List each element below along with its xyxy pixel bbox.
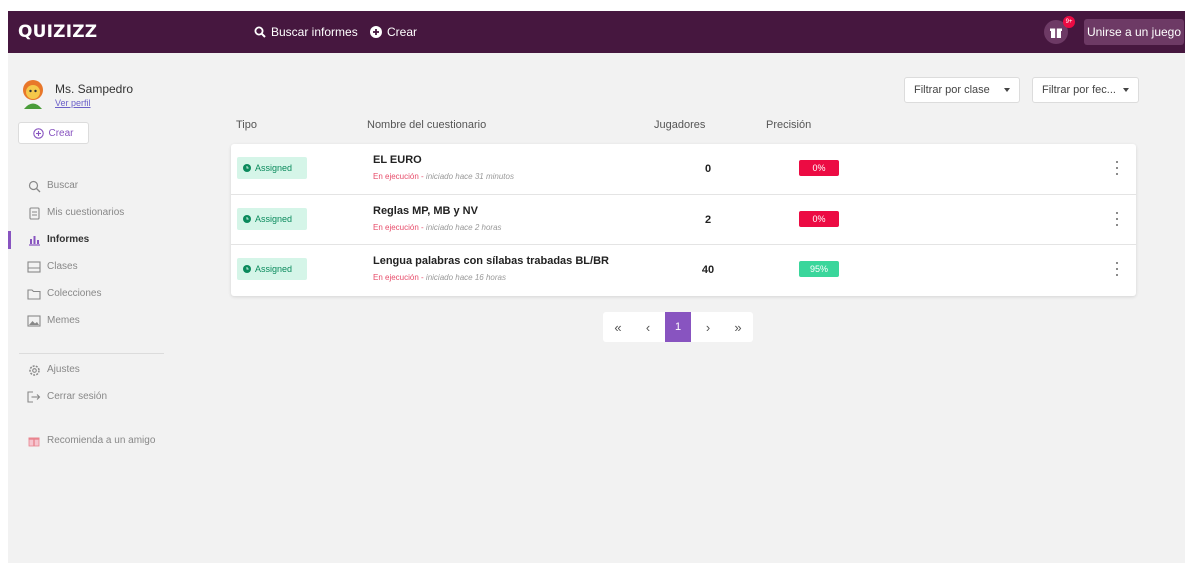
filter-by-class-dropdown[interactable]: Filtrar por clase: [904, 77, 1020, 103]
top-navbar: QUIZIZZ Buscar informes Crear 9+ Unirse …: [8, 11, 1185, 53]
sidebar-item-clases[interactable]: Clases: [8, 256, 168, 278]
quiz-title[interactable]: Reglas MP, MB y NV: [373, 205, 478, 217]
status-badge: Assigned: [237, 157, 307, 179]
column-header-quiz-name: Nombre del cuestionario: [367, 119, 487, 131]
search-icon: [27, 179, 41, 193]
sidebar-divider: [19, 353, 164, 354]
reports-table: Assigned EL EURO En ejecución - iniciado…: [231, 144, 1136, 296]
sidebar-item-label: Informes: [47, 234, 90, 245]
sidebar: Ms. Sampedro Ver perfil Crear Buscar Mis…: [8, 53, 168, 563]
view-profile-link[interactable]: Ver perfil: [55, 98, 91, 108]
table-row[interactable]: Assigned Reglas MP, MB y NV En ejecución…: [231, 194, 1136, 244]
table-row[interactable]: Assigned Lengua palabras con sílabas tra…: [231, 244, 1136, 294]
gift-icon: [1050, 28, 1062, 38]
status-badge-label: Assigned: [255, 214, 293, 224]
first-page-button[interactable]: «: [603, 312, 633, 342]
notification-badge: 9+: [1063, 16, 1075, 28]
filter-by-date-dropdown[interactable]: Filtrar por fec...: [1032, 77, 1139, 103]
quiz-status: En ejecución - iniciado hace 31 minutos: [373, 172, 514, 181]
image-icon: [27, 314, 41, 328]
clock-icon: [243, 265, 251, 273]
status-text: En ejecución: [373, 223, 419, 232]
column-header-type: Tipo: [236, 119, 257, 131]
players-count: 2: [704, 214, 712, 226]
next-page-button[interactable]: ›: [693, 312, 723, 342]
sidebar-item-informes[interactable]: Informes: [8, 229, 168, 251]
prev-page-button[interactable]: ‹: [633, 312, 663, 342]
sidebar-item-label: Recomienda a un amigo: [47, 435, 156, 446]
sidebar-item-label: Cerrar sesión: [47, 391, 108, 402]
status-badge: Assigned: [237, 258, 307, 280]
more-options-icon[interactable]: [1114, 262, 1120, 276]
more-options-icon[interactable]: [1114, 212, 1120, 226]
sidebar-item-label: Memes: [47, 315, 80, 326]
header-create-label: Crear: [387, 25, 418, 39]
accuracy-badge: 0%: [799, 160, 839, 176]
search-icon: [254, 26, 266, 38]
class-icon: [27, 260, 41, 274]
sidebar-item-buscar[interactable]: Buscar: [8, 175, 168, 197]
pagination: « ‹ 1 › »: [603, 312, 753, 342]
caret-down-icon: [1004, 88, 1010, 92]
table-row[interactable]: Assigned EL EURO En ejecución - iniciado…: [231, 144, 1136, 194]
quiz-status: En ejecución - iniciado hace 16 horas: [373, 273, 506, 282]
accuracy-badge: 0%: [799, 211, 839, 227]
quiz-title[interactable]: Lengua palabras con sílabas trabadas BL/…: [373, 255, 609, 267]
plus-circle-icon: [370, 26, 382, 38]
sidebar-item-label: Mis cuestionarios: [47, 207, 125, 218]
started-time: iniciado hace 2 horas: [425, 223, 502, 232]
sidebar-item-recomienda[interactable]: Recomienda a un amigo: [8, 430, 168, 452]
sidebar-item-colecciones[interactable]: Colecciones: [8, 283, 168, 305]
logout-icon: [27, 390, 41, 404]
plus-circle-icon: [33, 127, 45, 139]
status-text: En ejecución: [373, 273, 419, 282]
search-reports-label: Buscar informes: [271, 25, 358, 39]
caret-down-icon: [1123, 88, 1129, 92]
sidebar-item-mis-cuestionarios[interactable]: Mis cuestionarios: [8, 202, 168, 224]
quiz-status: En ejecución - iniciado hace 2 horas: [373, 223, 502, 232]
started-time: iniciado hace 16 horas: [425, 273, 506, 282]
players-count: 0: [704, 163, 712, 175]
sidebar-create-button[interactable]: Crear: [18, 122, 89, 144]
status-text: En ejecución: [373, 172, 419, 181]
quiz-title[interactable]: EL EURO: [373, 154, 422, 166]
document-icon: [27, 206, 41, 220]
sidebar-item-ajustes[interactable]: Ajustes: [8, 359, 168, 381]
chart-icon: [27, 233, 41, 247]
status-badge-label: Assigned: [255, 264, 293, 274]
sidebar-item-label: Buscar: [47, 180, 79, 191]
column-header-players: Jugadores: [654, 119, 706, 131]
user-name: Ms. Sampedro: [55, 82, 134, 96]
gift-icon: [27, 434, 41, 448]
folder-icon: [27, 287, 41, 301]
sidebar-item-label: Colecciones: [47, 288, 102, 299]
more-options-icon[interactable]: [1114, 161, 1120, 175]
header-create-button[interactable]: Crear: [370, 25, 417, 39]
sidebar-item-memes[interactable]: Memes: [8, 310, 168, 332]
last-page-button[interactable]: »: [723, 312, 753, 342]
join-game-button[interactable]: Unirse a un juego: [1084, 19, 1184, 45]
app-frame: QUIZIZZ Buscar informes Crear 9+ Unirse …: [8, 11, 1185, 563]
search-reports-button[interactable]: Buscar informes: [254, 25, 358, 39]
avatar[interactable]: [20, 79, 46, 109]
status-badge-label: Assigned: [255, 163, 293, 173]
filter-by-date-label: Filtrar por fec...: [1042, 84, 1116, 96]
sidebar-item-cerrar-sesion[interactable]: Cerrar sesión: [8, 386, 168, 408]
clock-icon: [243, 164, 251, 172]
gear-icon: [27, 363, 41, 377]
accuracy-badge: 95%: [799, 261, 839, 277]
sidebar-item-label: Ajustes: [47, 364, 80, 375]
page-1-button[interactable]: 1: [665, 312, 691, 342]
column-header-accuracy: Precisión: [766, 119, 812, 131]
sidebar-item-label: Clases: [47, 261, 78, 272]
filter-by-class-label: Filtrar por clase: [914, 84, 990, 96]
quizizz-logo[interactable]: QUIZIZZ: [18, 22, 97, 42]
sidebar-create-label: Crear: [48, 127, 74, 139]
started-time: iniciado hace 31 minutos: [425, 172, 514, 181]
status-badge: Assigned: [237, 208, 307, 230]
players-count: 40: [701, 264, 715, 276]
clock-icon: [243, 215, 251, 223]
